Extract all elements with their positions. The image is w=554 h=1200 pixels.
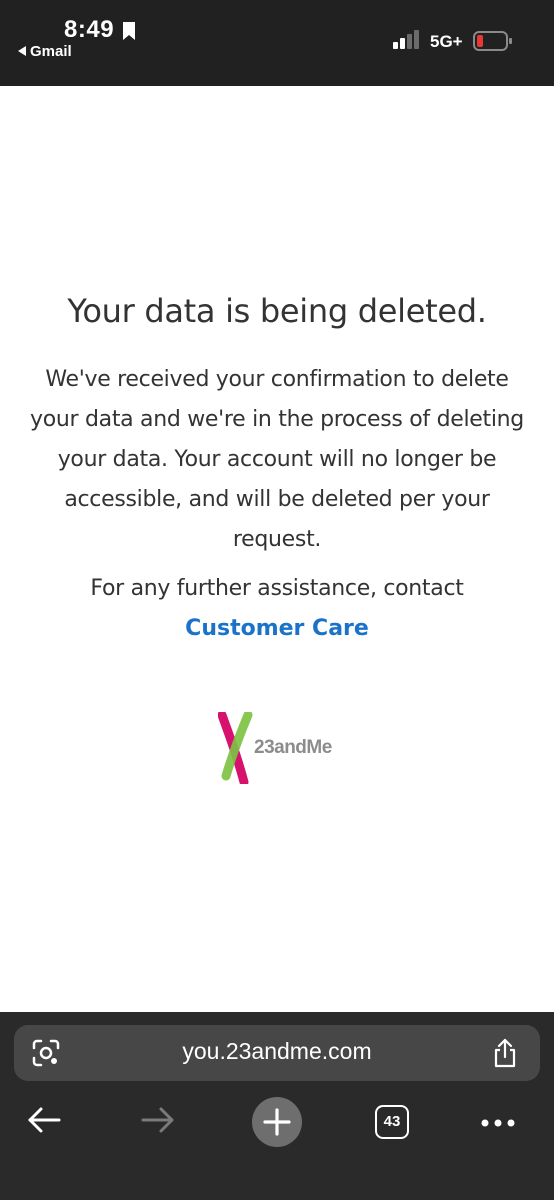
page-title: Your data is being deleted.	[67, 292, 487, 330]
back-to-gmail[interactable]: Gmail	[18, 43, 72, 60]
browser-toolbar: you.23andme.com 43	[0, 1012, 554, 1200]
url-text: you.23andme.com	[182, 1038, 372, 1064]
forward-arrow-icon[interactable]	[140, 1105, 176, 1135]
status-bar: 8:49 Gmail 5G+	[0, 0, 554, 86]
page-content: Your data is being deleted. We've receiv…	[0, 86, 554, 1012]
back-triangle-icon	[18, 46, 26, 56]
battery-icon	[473, 31, 512, 51]
23andme-logo: 23andMe	[218, 712, 348, 784]
confirmation-message: We've received your confirmation to dele…	[30, 367, 524, 552]
address-bar[interactable]: you.23andme.com	[14, 1025, 540, 1081]
new-tab-button[interactable]	[252, 1097, 302, 1147]
tab-switcher-button[interactable]: 43	[375, 1105, 409, 1139]
more-icon[interactable]	[480, 1118, 516, 1128]
back-arrow-icon[interactable]	[26, 1105, 62, 1135]
customer-care-link[interactable]: Customer Care	[0, 616, 554, 641]
logo-mark-icon	[218, 712, 253, 784]
bookmark-icon	[123, 22, 135, 40]
assistance-text: For any further assistance, contact	[90, 576, 464, 601]
share-icon[interactable]	[492, 1038, 518, 1068]
clock-time: 8:49	[64, 16, 115, 43]
back-app-label: Gmail	[30, 43, 72, 60]
plus-icon	[263, 1108, 291, 1136]
signal-icon	[393, 30, 419, 49]
logo-wordmark: 23andMe	[254, 737, 332, 758]
network-type: 5G+	[430, 32, 463, 51]
